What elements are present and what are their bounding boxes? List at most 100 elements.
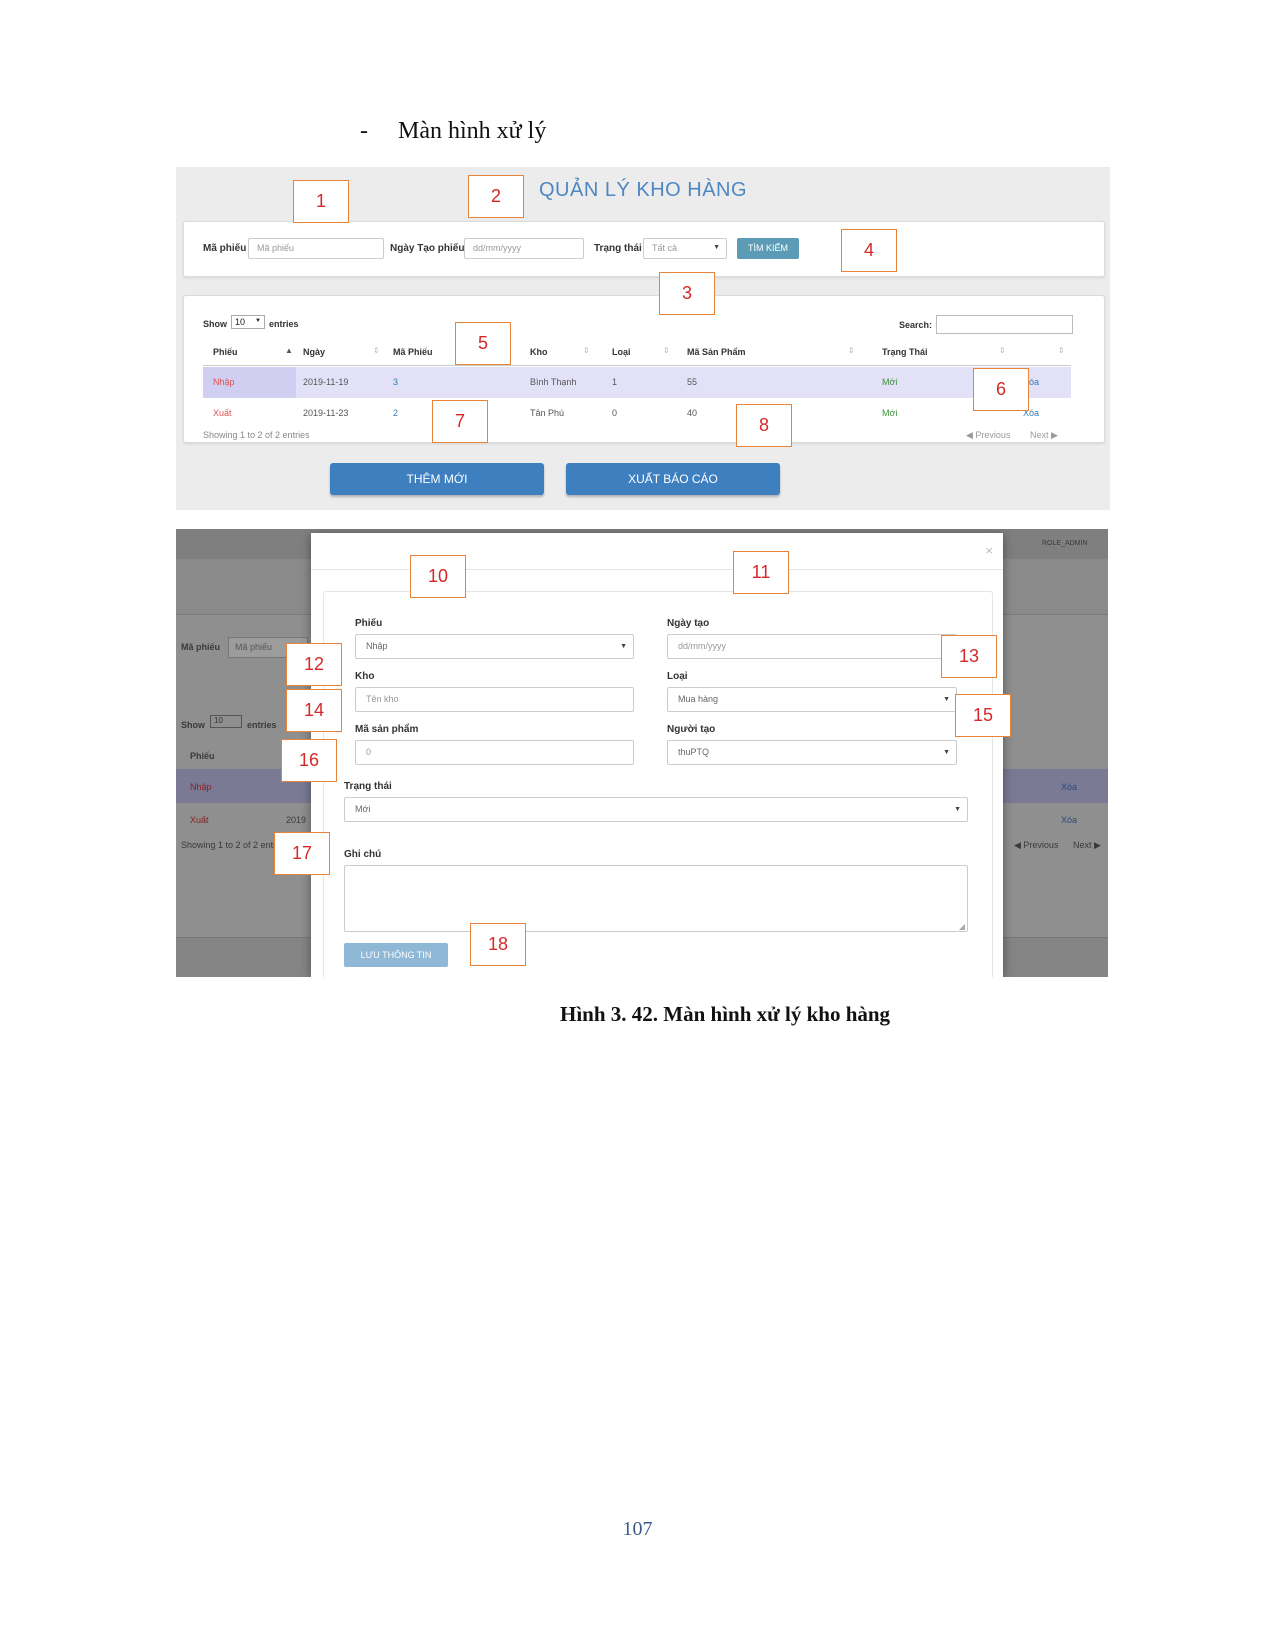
- loai-select[interactable]: Mua hàng ▼: [667, 687, 957, 712]
- phieu-label: Phiếu: [355, 618, 383, 629]
- th-phieu[interactable]: Phiếu: [213, 347, 238, 357]
- callout-label: 16: [281, 739, 337, 782]
- bg-previous: ◀ Previous: [1014, 840, 1059, 850]
- page-length-value: 10: [235, 317, 246, 327]
- callout-label: 5: [455, 322, 511, 365]
- sort-icon: ⇕: [1058, 346, 1065, 355]
- ngay-tao-label: Ngày tạo: [667, 618, 710, 629]
- callout-label: 2: [468, 175, 524, 218]
- callout-label: 1: [293, 180, 349, 223]
- resize-handle-icon[interactable]: ◢: [959, 922, 965, 931]
- cell-kho: Tân Phú: [530, 408, 565, 418]
- add-new-button[interactable]: THÊM MỚI: [330, 463, 544, 495]
- callout-label: 11: [733, 551, 789, 594]
- th-loai[interactable]: Loại: [612, 347, 631, 357]
- kho-input[interactable]: Tên kho: [355, 687, 634, 712]
- ngay-tao-input[interactable]: dd/mm/yyyy: [667, 634, 957, 659]
- callout-label: 7: [432, 400, 488, 443]
- callout-label: 12: [286, 643, 342, 686]
- cell-ngay: 2019-11-23: [303, 408, 349, 418]
- loai-label: Loại: [667, 671, 688, 682]
- table-panel: Show 10 ▼ entries Search: Phiếu ▲ Ngày ⇕ …: [183, 295, 1105, 443]
- bg-th-phieu: Phiếu: [190, 751, 215, 761]
- cell-trang-thai: Mới: [882, 377, 898, 387]
- ma-phieu-input[interactable]: Mã phiếu: [248, 238, 384, 259]
- callout-label: 8: [736, 404, 792, 447]
- trang-thai-select[interactable]: Mới ▼: [344, 797, 968, 822]
- ma-phieu-label: Mã phiếu: [203, 243, 247, 254]
- table-row[interactable]: Xuất 2019-11-23 2 Tân Phú 0 40 Mới Xóa: [203, 398, 1071, 429]
- table-row[interactable]: Nhập 2019-11-19 3 Bình Thạnh 1 55 Mới Xó…: [203, 367, 1071, 398]
- phieu-value: Nhập: [366, 641, 388, 651]
- entries-label: entries: [269, 319, 299, 329]
- chevron-down-icon: ▼: [954, 806, 961, 813]
- search-button[interactable]: TÌM KIẾM: [737, 238, 799, 259]
- callout-label: 17: [274, 832, 330, 875]
- save-button[interactable]: LƯU THÔNG TIN: [344, 943, 448, 967]
- ma-san-pham-input[interactable]: 0: [355, 740, 634, 765]
- ghi-chu-textarea[interactable]: ◢: [344, 865, 968, 932]
- cell-loai: 1: [612, 377, 618, 387]
- loai-value: Mua hàng: [678, 694, 719, 704]
- cell-trang-thai: Mới: [882, 408, 898, 418]
- phieu-select[interactable]: Nhập ▼: [355, 634, 634, 659]
- kho-label: Kho: [355, 671, 375, 682]
- cell-ma-phieu-link[interactable]: 2: [393, 408, 398, 418]
- chevron-down-icon: ▼: [620, 643, 627, 650]
- chevron-down-icon: ▼: [713, 244, 720, 251]
- bullet-text: Màn hình xử lý: [398, 118, 547, 144]
- search-panel: Mã phiếu Mã phiếu Ngày Tạo phiếu dd/mm/y…: [183, 221, 1105, 277]
- cell-phieu: Nhập: [213, 377, 235, 387]
- page-title: QUẢN LÝ KHO HÀNG: [539, 179, 748, 201]
- role-label: ROLE_ADMIN: [1042, 540, 1088, 547]
- callout-label: 3: [659, 272, 715, 315]
- next-button[interactable]: Next ▶: [1030, 430, 1058, 441]
- entry-form-modal: × Phiếu Nhập ▼ Ngày tạo dd/mm/yyyy Kho Tê…: [311, 533, 1003, 977]
- bg-table-info: Showing 1 to 2 of 2 entries: [181, 840, 288, 850]
- callout-label: 10: [410, 555, 466, 598]
- ma-san-pham-label: Mã sản phẩm: [355, 724, 419, 735]
- page-length-select[interactable]: 10 ▼: [231, 315, 265, 329]
- previous-button[interactable]: ◀ Previous: [966, 430, 1010, 441]
- sort-icon: ⇕: [583, 346, 590, 355]
- cell-loai: 0: [612, 408, 618, 418]
- page-number: 107: [622, 1518, 653, 1540]
- ghi-chu-label: Ghi chú: [344, 849, 382, 860]
- bg-next: Next ▶: [1073, 840, 1101, 850]
- export-report-button[interactable]: XUẤT BÁO CÁO: [566, 463, 780, 495]
- th-ma-san-pham[interactable]: Mã Sản Phẩm: [687, 347, 746, 357]
- chevron-down-icon: ▼: [943, 696, 950, 703]
- bg-ma-phieu-label: Mã phiếu: [181, 642, 221, 652]
- cell-ma-sp: 55: [687, 377, 698, 387]
- show-label: Show: [203, 319, 227, 329]
- ngay-tao-input[interactable]: dd/mm/yyyy: [464, 238, 584, 259]
- ngay-tao-label: Ngày Tạo phiếu: [390, 243, 465, 254]
- bg-delete-link: Xóa: [1061, 815, 1078, 825]
- th-ma-phieu[interactable]: Mã Phiếu: [393, 347, 433, 357]
- bg-page-length: 10: [210, 715, 242, 728]
- nguoi-tao-label: Người tạo: [667, 724, 716, 735]
- chevron-down-icon: ▼: [255, 318, 261, 324]
- th-kho[interactable]: Kho: [530, 347, 548, 357]
- callout-label: 13: [941, 635, 997, 678]
- figure-caption: Hình 3. 42. Màn hình xử lý kho hàng: [560, 1002, 891, 1026]
- trang-thai-label: Trạng thái: [594, 243, 642, 254]
- table-info: Showing 1 to 2 of 2 entries: [203, 430, 310, 440]
- th-ngay[interactable]: Ngày: [303, 347, 325, 357]
- cell-ma-phieu-link[interactable]: 3: [393, 377, 398, 387]
- nguoi-tao-select[interactable]: thuPTQ ▼: [667, 740, 957, 765]
- section-bullet: - Màn hình xử lý: [360, 118, 546, 145]
- chevron-down-icon: ▼: [943, 749, 950, 756]
- trang-thai-select[interactable]: Tất cả ▼: [643, 238, 727, 259]
- cell-ngay: 2019-11-19: [303, 377, 349, 387]
- bg-entries-label: entries: [247, 720, 277, 730]
- trang-thai-value: Tất cả: [652, 243, 678, 253]
- close-icon[interactable]: ×: [985, 543, 993, 558]
- sort-icon: ⇕: [848, 346, 855, 355]
- cell-phieu: Xuất: [213, 408, 232, 418]
- callout-label: 14: [286, 689, 342, 732]
- table-search-input[interactable]: [936, 315, 1073, 334]
- callout-label: 6: [973, 368, 1029, 411]
- th-trang-thai[interactable]: Trạng Thái: [882, 347, 928, 357]
- bullet-dash: -: [360, 118, 368, 144]
